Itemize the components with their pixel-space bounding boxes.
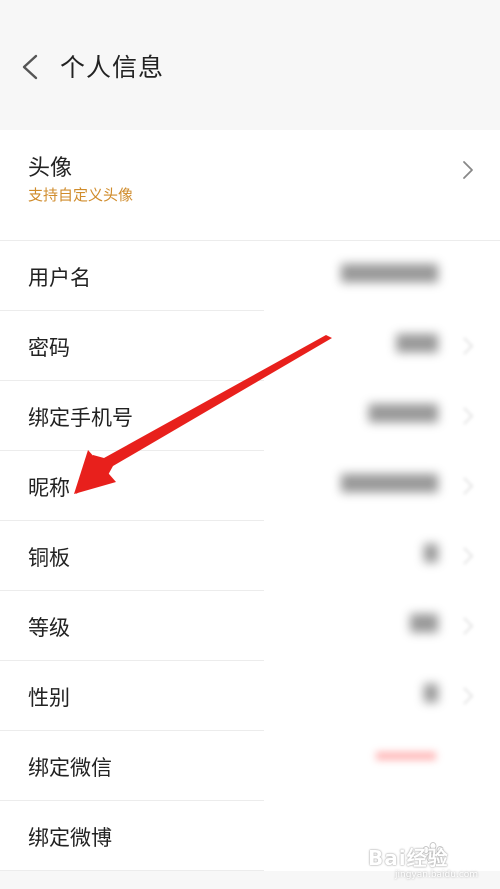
chevron-right-icon (463, 407, 474, 425)
chevron-right-icon (463, 477, 474, 495)
row-password[interactable]: 密码 ▇▇▇ (0, 311, 500, 381)
row-label: 昵称 (28, 476, 70, 500)
row-label: 性别 (28, 686, 70, 710)
watermark-text: Bai经验 (368, 846, 449, 870)
row-label: 用户名 (28, 266, 91, 290)
blurred-value: ▇▇▇▇▇ (368, 402, 438, 423)
blurred-value: ▇ (424, 542, 438, 563)
row-nickname[interactable]: 昵称 ▇▇▇▇▇▇▇ (0, 451, 500, 521)
chevron-right-icon (463, 161, 473, 179)
blurred-badge (376, 752, 436, 760)
row-label: 密码 (28, 336, 70, 360)
row-level[interactable]: 等级 ▇▇ (0, 591, 500, 661)
page-title: 个人信息 (60, 53, 165, 82)
blurred-value: ▇▇▇▇▇▇▇ (341, 472, 438, 493)
row-username[interactable]: 用户名 ▇▇▇▇▇▇▇ (0, 241, 500, 311)
row-label: 绑定微博 (28, 826, 112, 850)
blurred-value: ▇▇▇ (396, 332, 438, 353)
chevron-right-icon (463, 337, 474, 355)
chevron-right-icon (463, 617, 474, 635)
row-bind-wechat[interactable]: 绑定微信 (0, 731, 500, 801)
chevron-left-icon[interactable] (18, 52, 42, 82)
blurred-value: ▇▇▇▇▇▇▇ (341, 262, 438, 283)
blurred-value: ▇▇ (410, 612, 438, 633)
avatar-subtitle: 支持自定义头像 (28, 186, 134, 204)
row-label: 等级 (28, 616, 70, 640)
watermark-subtext: jingyan.baidu.com (395, 870, 479, 880)
chevron-right-icon (463, 687, 474, 705)
row-label: 绑定微信 (28, 756, 112, 780)
avatar-label: 头像 (28, 156, 73, 181)
avatar-row[interactable]: 头像 支持自定义头像 (0, 130, 500, 241)
blurred-value: ▇ (424, 682, 438, 703)
header-bar: 个人信息 (0, 0, 500, 130)
chevron-right-icon (463, 547, 474, 565)
row-label: 铜板 (28, 546, 70, 570)
row-bind-phone[interactable]: 绑定手机号 ▇▇▇▇▇ (0, 381, 500, 451)
row-gender[interactable]: 性别 ▇ (0, 661, 500, 731)
row-label: 绑定手机号 (28, 406, 133, 430)
row-coins[interactable]: 铜板 ▇ (0, 521, 500, 591)
